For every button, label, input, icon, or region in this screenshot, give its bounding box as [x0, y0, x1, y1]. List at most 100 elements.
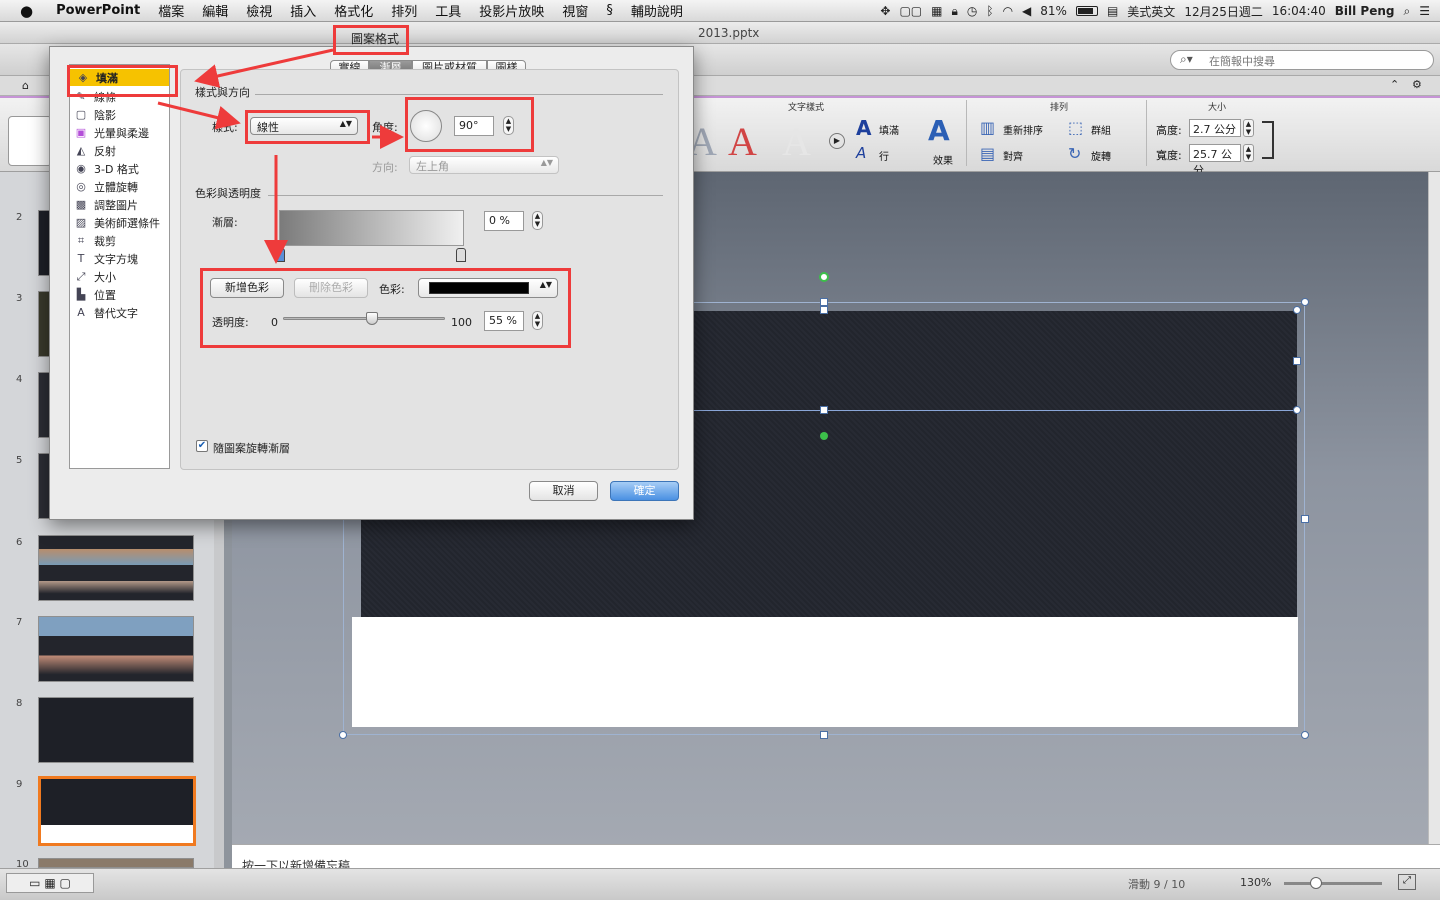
resize-handle[interactable]: [820, 731, 828, 739]
zoom-level[interactable]: 130%: [1240, 876, 1271, 889]
gear-icon[interactable]: ⚙: [1412, 78, 1422, 91]
canvas-scrollbar[interactable]: [1428, 172, 1440, 844]
time-machine-icon[interactable]: ◷: [967, 4, 977, 18]
category-glow[interactable]: ▣ 光暈與柔邊: [74, 124, 167, 141]
text-fill-icon[interactable]: A: [856, 116, 871, 140]
add-color-button[interactable]: 新增色彩: [210, 278, 284, 298]
menu-insert[interactable]: 插入: [281, 1, 325, 20]
resize-handle[interactable]: [1301, 515, 1309, 523]
text-fill-button[interactable]: 填滿: [879, 122, 899, 137]
spotlight-icon[interactable]: ⌕: [1404, 4, 1411, 19]
gradient-stop[interactable]: [456, 248, 466, 262]
resize-handle[interactable]: [820, 406, 828, 414]
menu-tools[interactable]: 工具: [426, 1, 470, 20]
resize-handle[interactable]: [1301, 298, 1309, 306]
width-stepper[interactable]: ▲ ▼: [1243, 144, 1254, 162]
width-field[interactable]: 25.7 公分: [1189, 144, 1241, 177]
resize-handle[interactable]: [1293, 406, 1301, 414]
text-effects-button[interactable]: 效果: [933, 152, 953, 167]
script-menu-icon[interactable]: §: [597, 3, 622, 18]
cancel-button[interactable]: 取消: [529, 481, 598, 501]
reorder-button[interactable]: 重新排序: [1003, 122, 1043, 137]
wordart-more-icon[interactable]: ▶: [829, 133, 845, 149]
notes-pane[interactable]: 按一下以新增備忘稿: [232, 844, 1440, 868]
category-line[interactable]: ✎ 線條: [74, 88, 167, 105]
slide-thumbnail[interactable]: [38, 616, 194, 682]
rotate-with-shape-checkbox[interactable]: ✔: [196, 440, 208, 452]
gradient-position-stepper[interactable]: ▲ ▼: [532, 211, 543, 230]
transparency-slider-knob[interactable]: [366, 312, 379, 325]
slide-thumbnail-selected[interactable]: [38, 776, 196, 846]
wordart-style-2[interactable]: A: [728, 118, 757, 165]
color-popup[interactable]: ▲▼: [418, 278, 558, 298]
lock-aspect-bracket[interactable]: [1262, 121, 1274, 159]
resize-handle[interactable]: [1301, 731, 1309, 739]
category-crop[interactable]: ⌗ 裁剪: [74, 232, 167, 249]
slide-thumbnail[interactable]: [38, 535, 194, 601]
reorder-icon[interactable]: ▥: [980, 118, 995, 137]
notification-icon[interactable]: ☰: [1419, 4, 1430, 18]
delete-color-button[interactable]: 刪除色彩: [294, 278, 368, 298]
category-position[interactable]: ▙ 位置: [74, 286, 167, 303]
clock[interactable]: 16:04:40: [1272, 4, 1326, 18]
display-icon[interactable]: ▢▢: [899, 4, 922, 18]
angle-field[interactable]: 90°: [454, 116, 494, 136]
lock-icon[interactable]: 🔒︎: [951, 4, 957, 19]
menu-format[interactable]: 格式化: [325, 1, 382, 20]
gradient-position-field[interactable]: 0 %: [484, 211, 524, 231]
user-name[interactable]: Bill Peng: [1335, 4, 1395, 18]
menu-view[interactable]: 檢視: [237, 1, 281, 20]
align-icon[interactable]: ▤: [980, 144, 995, 163]
volume-icon[interactable]: ◀: [1022, 4, 1031, 18]
ok-button[interactable]: 確定: [610, 481, 679, 501]
category-reflection[interactable]: ◭ 反射: [74, 142, 167, 159]
home-icon[interactable]: ⌂: [22, 79, 29, 92]
height-stepper[interactable]: ▲ ▼: [1243, 119, 1254, 137]
category-fill[interactable]: ◈ 填滿: [70, 69, 169, 86]
category-artistic-filters[interactable]: ▨ 美術師選條件: [74, 214, 167, 231]
menu-file[interactable]: 檔案: [149, 1, 193, 20]
height-field[interactable]: 2.7 公分: [1189, 119, 1241, 137]
battery-percent[interactable]: 81%: [1040, 4, 1067, 18]
menu-edit[interactable]: 編輯: [193, 1, 237, 20]
text-effects-icon[interactable]: A: [928, 114, 950, 147]
grid-icon[interactable]: ▦: [931, 4, 942, 18]
resize-handle[interactable]: [1293, 357, 1301, 365]
rotation-handle[interactable]: [820, 432, 828, 440]
slide-thumbnail[interactable]: [38, 858, 194, 868]
angle-dial[interactable]: [410, 110, 442, 142]
gradient-stop-selected[interactable]: [275, 248, 285, 262]
direction-popup[interactable]: 左上角 ▲▼: [409, 156, 559, 174]
resize-handle[interactable]: [1293, 306, 1301, 314]
category-adjust-picture[interactable]: ▩ 調整圖片: [74, 196, 167, 213]
category-alt-text[interactable]: A 替代文字: [74, 304, 167, 321]
view-buttons[interactable]: ▭ ▦ ▢: [6, 873, 94, 893]
gradient-preview-bar[interactable]: [279, 210, 464, 246]
rotation-handle[interactable]: [819, 272, 829, 282]
menu-help[interactable]: 輔助說明: [622, 1, 692, 20]
rotate-button[interactable]: 旋轉: [1091, 148, 1111, 163]
angle-stepper[interactable]: ▲ ▼: [503, 116, 514, 135]
menu-window[interactable]: 視窗: [553, 1, 597, 20]
wordart-style-3[interactable]: A: [782, 118, 811, 165]
text-line-button[interactable]: 行: [879, 148, 889, 163]
dropbox-icon[interactable]: ✥: [880, 4, 890, 18]
fit-window-icon[interactable]: ⤢: [1398, 874, 1416, 890]
zoom-slider[interactable]: [1284, 882, 1382, 885]
input-source[interactable]: 美式英文: [1127, 3, 1175, 20]
apple-menu-icon[interactable]: ●: [0, 2, 47, 20]
transparency-field[interactable]: 55 %: [484, 311, 524, 331]
align-button[interactable]: 對齊: [1003, 148, 1023, 163]
text-line-icon[interactable]: A: [856, 144, 866, 162]
search-field[interactable]: ⌕▾ 在簡報中搜尋: [1170, 50, 1434, 70]
date[interactable]: 12月25日週二: [1184, 3, 1263, 20]
rotate-icon[interactable]: ↻: [1068, 144, 1081, 163]
category-shadow[interactable]: ▢ 陰影: [74, 106, 167, 123]
category-text-box[interactable]: T 文字方塊: [74, 250, 167, 267]
resize-handle[interactable]: [820, 298, 828, 306]
style-popup[interactable]: 線性 ▲▼: [250, 117, 358, 135]
collapse-ribbon-icon[interactable]: ⌃: [1390, 78, 1399, 91]
category-3d-rotation[interactable]: ◎ 立體旋轉: [74, 178, 167, 195]
group-icon[interactable]: ⬚: [1068, 118, 1083, 137]
resize-handle[interactable]: [820, 306, 828, 314]
